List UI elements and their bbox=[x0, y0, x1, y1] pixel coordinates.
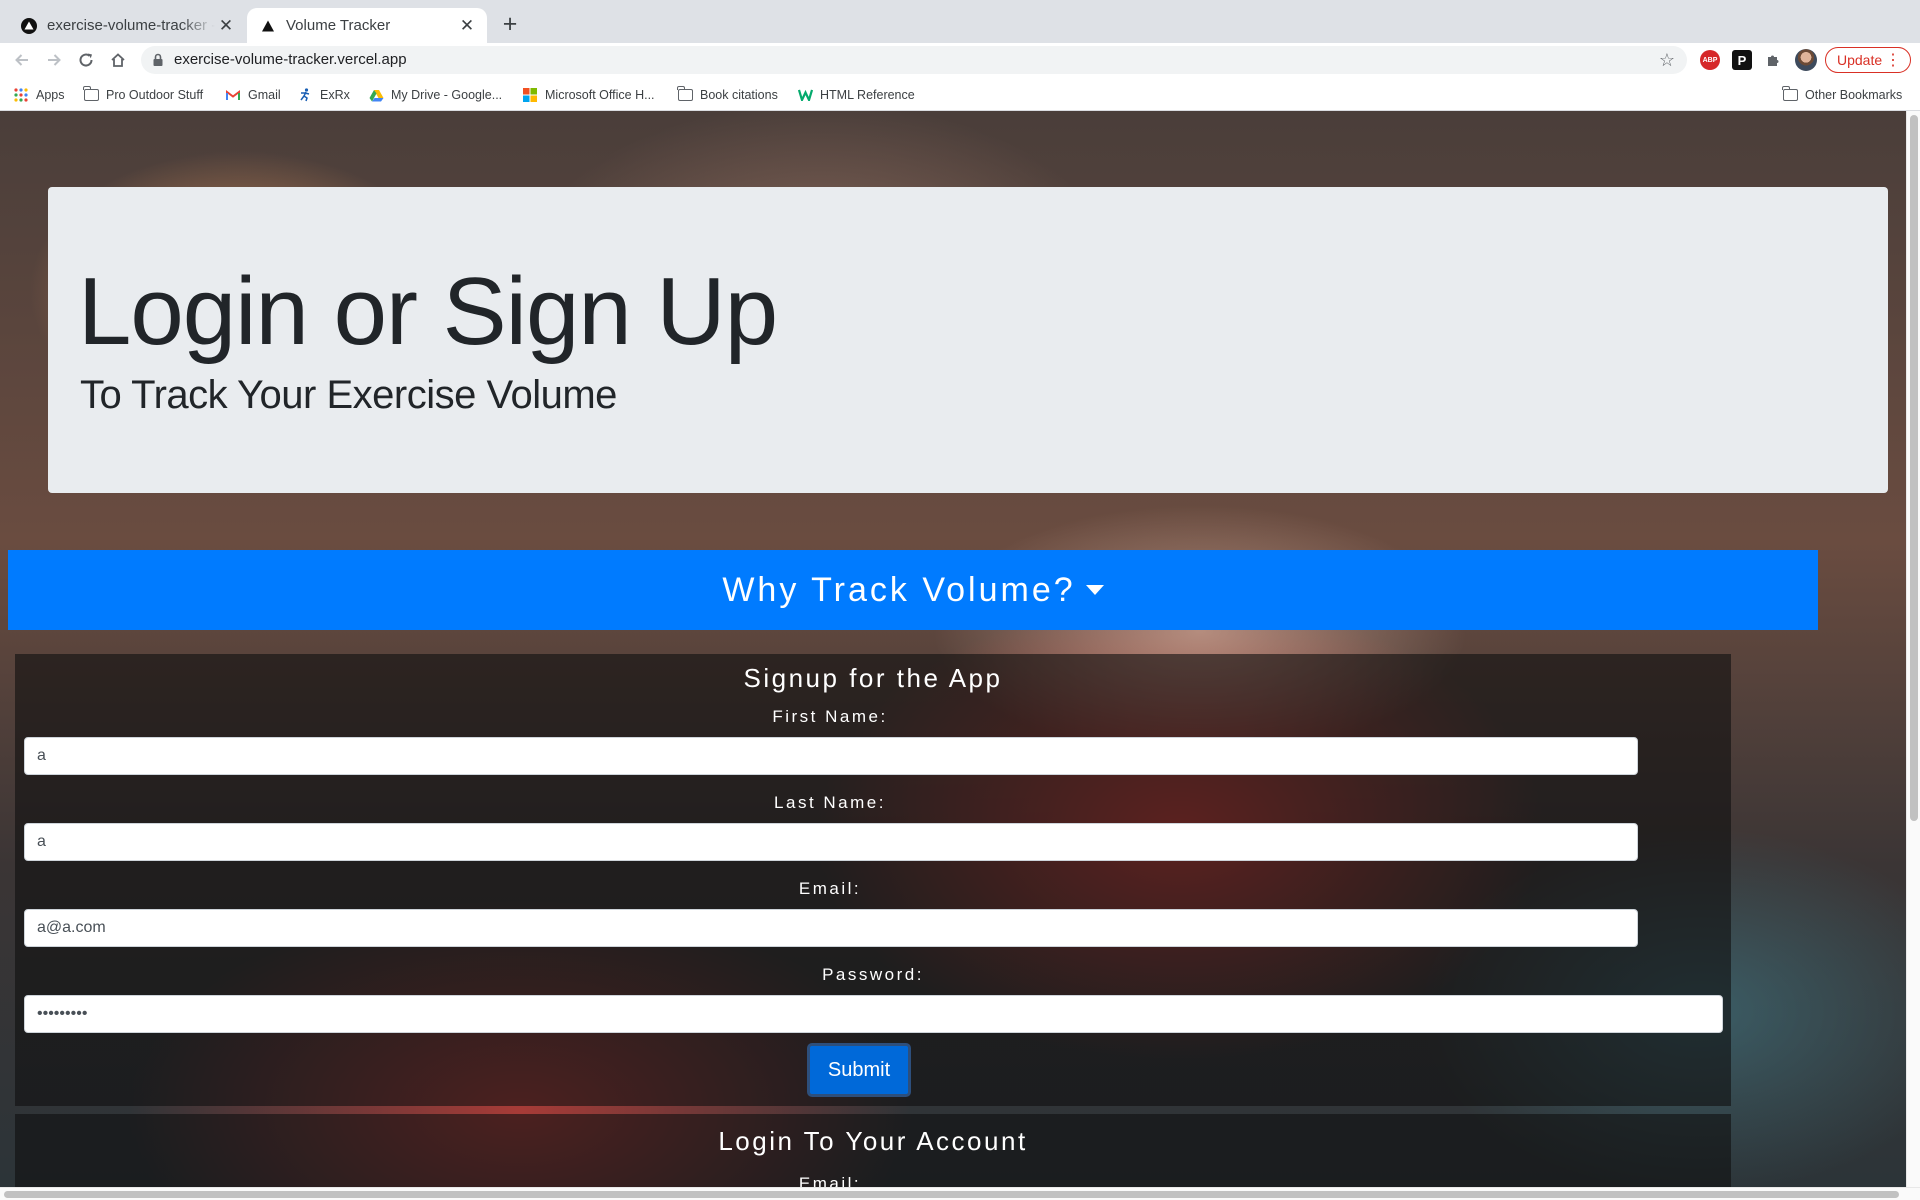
bookmark-microsoft-office[interactable]: Microsoft Office H... bbox=[522, 86, 655, 104]
password-field[interactable] bbox=[24, 995, 1723, 1033]
new-tab-button[interactable]: + bbox=[497, 12, 523, 38]
page-viewport: Login or Sign Up To Track Your Exercise … bbox=[0, 111, 1906, 1187]
gmail-icon bbox=[225, 87, 241, 103]
login-email-label: Email: bbox=[798, 1174, 862, 1187]
p-extension-icon[interactable]: P bbox=[1732, 50, 1752, 70]
bookmark-pro-outdoor-stuff[interactable]: Pro Outdoor Stuff bbox=[83, 86, 203, 104]
horizontal-scrollbar[interactable] bbox=[0, 1187, 1920, 1200]
bookmark-label: Other Bookmarks bbox=[1805, 88, 1903, 102]
login-panel: Login To Your Account Email: bbox=[15, 1114, 1731, 1187]
bookmark-exrx[interactable]: ExRx bbox=[297, 86, 350, 104]
microsoft-office-icon bbox=[522, 87, 538, 103]
bookmark-html-reference[interactable]: HTML Reference bbox=[797, 86, 915, 104]
bookmark-my-drive[interactable]: My Drive - Google... bbox=[368, 86, 502, 104]
apps-grid-icon bbox=[13, 87, 29, 103]
folder-icon bbox=[1782, 86, 1798, 103]
more-menu-icon: ⋮ bbox=[1885, 52, 1901, 69]
why-track-volume-button[interactable]: Why Track Volume? bbox=[8, 550, 1818, 630]
hero-jumbotron: Login or Sign Up To Track Your Exercise … bbox=[48, 187, 1888, 493]
home-icon bbox=[111, 53, 125, 67]
caret-down-icon bbox=[1085, 585, 1104, 595]
email-label: Email: bbox=[798, 879, 862, 898]
tab-volume-tracker[interactable]: Volume Tracker ✕ bbox=[247, 8, 487, 43]
extensions-puzzle-icon[interactable] bbox=[1763, 50, 1783, 70]
tab-title: Volume Tracker bbox=[286, 17, 391, 34]
scrollbar-thumb[interactable] bbox=[1910, 115, 1918, 821]
page-subtitle: To Track Your Exercise Volume bbox=[80, 373, 617, 417]
bookmark-label: Microsoft Office H... bbox=[545, 88, 655, 102]
vertical-scrollbar[interactable] bbox=[1906, 111, 1920, 1187]
update-button[interactable]: Update ⋮ bbox=[1825, 47, 1911, 73]
last-name-field[interactable] bbox=[24, 823, 1638, 861]
close-tab-icon[interactable]: ✕ bbox=[456, 15, 478, 37]
vercel-favicon-icon bbox=[260, 18, 276, 34]
scrollbar-thumb[interactable] bbox=[4, 1191, 1899, 1198]
tab-overview[interactable]: exercise-volume-tracker - Overview ✕ bbox=[8, 8, 246, 43]
reload-button[interactable] bbox=[72, 46, 100, 74]
first-name-label: First Name: bbox=[772, 707, 888, 726]
home-button[interactable] bbox=[104, 46, 132, 74]
bookmark-apps[interactable]: Apps bbox=[13, 86, 65, 104]
forward-button[interactable] bbox=[40, 46, 68, 74]
signup-title: Signup for the App bbox=[743, 663, 1003, 693]
adblock-plus-icon[interactable]: ABP bbox=[1700, 50, 1720, 70]
google-drive-icon bbox=[368, 87, 384, 103]
email-field[interactable] bbox=[24, 909, 1638, 947]
back-button[interactable] bbox=[8, 46, 36, 74]
login-title: Login To Your Account bbox=[718, 1126, 1028, 1156]
bookmark-other-bookmarks[interactable]: Other Bookmarks bbox=[1782, 86, 1902, 104]
url-text: exercise-volume-tracker.vercel.app bbox=[174, 51, 407, 68]
bookmark-book-citations[interactable]: Book citations bbox=[677, 86, 778, 104]
bookmark-label: My Drive - Google... bbox=[391, 88, 503, 102]
tab-title: exercise-volume-tracker - Overview bbox=[47, 17, 215, 34]
reload-icon bbox=[79, 53, 93, 67]
w3schools-icon bbox=[797, 87, 813, 103]
lock-icon bbox=[153, 53, 163, 66]
arrow-right-icon bbox=[48, 54, 61, 66]
signup-panel: Signup for the App First Name: Last Name… bbox=[15, 654, 1731, 1106]
page-title: Login or Sign Up bbox=[78, 258, 778, 365]
bookmark-label: Book citations bbox=[700, 88, 778, 102]
vercel-favicon-icon bbox=[21, 17, 37, 34]
bookmark-label: Pro Outdoor Stuff bbox=[106, 88, 204, 102]
bookmark-label: ExRx bbox=[320, 88, 350, 102]
bookmarks-bar: Apps Pro Outdoor Stuff Gmail ExRx My Dri… bbox=[0, 77, 1920, 111]
bookmark-star-icon[interactable]: ☆ bbox=[1659, 50, 1675, 71]
why-track-volume-label: Why Track Volume? bbox=[722, 570, 1076, 609]
submit-button[interactable]: Submit bbox=[807, 1043, 911, 1097]
close-tab-icon[interactable]: ✕ bbox=[215, 15, 237, 37]
folder-icon bbox=[83, 86, 99, 103]
bookmark-label: Apps bbox=[36, 88, 65, 102]
profile-avatar[interactable] bbox=[1795, 49, 1817, 71]
last-name-label: Last Name: bbox=[774, 793, 886, 812]
tab-strip: exercise-volume-tracker - Overview ✕ Vol… bbox=[0, 0, 1920, 43]
arrow-left-icon bbox=[15, 54, 28, 66]
address-bar[interactable]: exercise-volume-tracker.vercel.app ☆ bbox=[141, 46, 1687, 74]
folder-icon bbox=[677, 86, 693, 103]
bookmark-label: HTML Reference bbox=[820, 88, 915, 102]
bookmark-label: Gmail bbox=[248, 88, 281, 102]
first-name-field[interactable] bbox=[24, 737, 1638, 775]
browser-toolbar: exercise-volume-tracker.vercel.app ☆ ABP… bbox=[0, 43, 1920, 77]
bookmark-gmail[interactable]: Gmail bbox=[225, 86, 281, 104]
password-label: Password: bbox=[822, 965, 924, 984]
exrx-icon bbox=[297, 87, 313, 103]
update-label: Update bbox=[1837, 52, 1883, 68]
